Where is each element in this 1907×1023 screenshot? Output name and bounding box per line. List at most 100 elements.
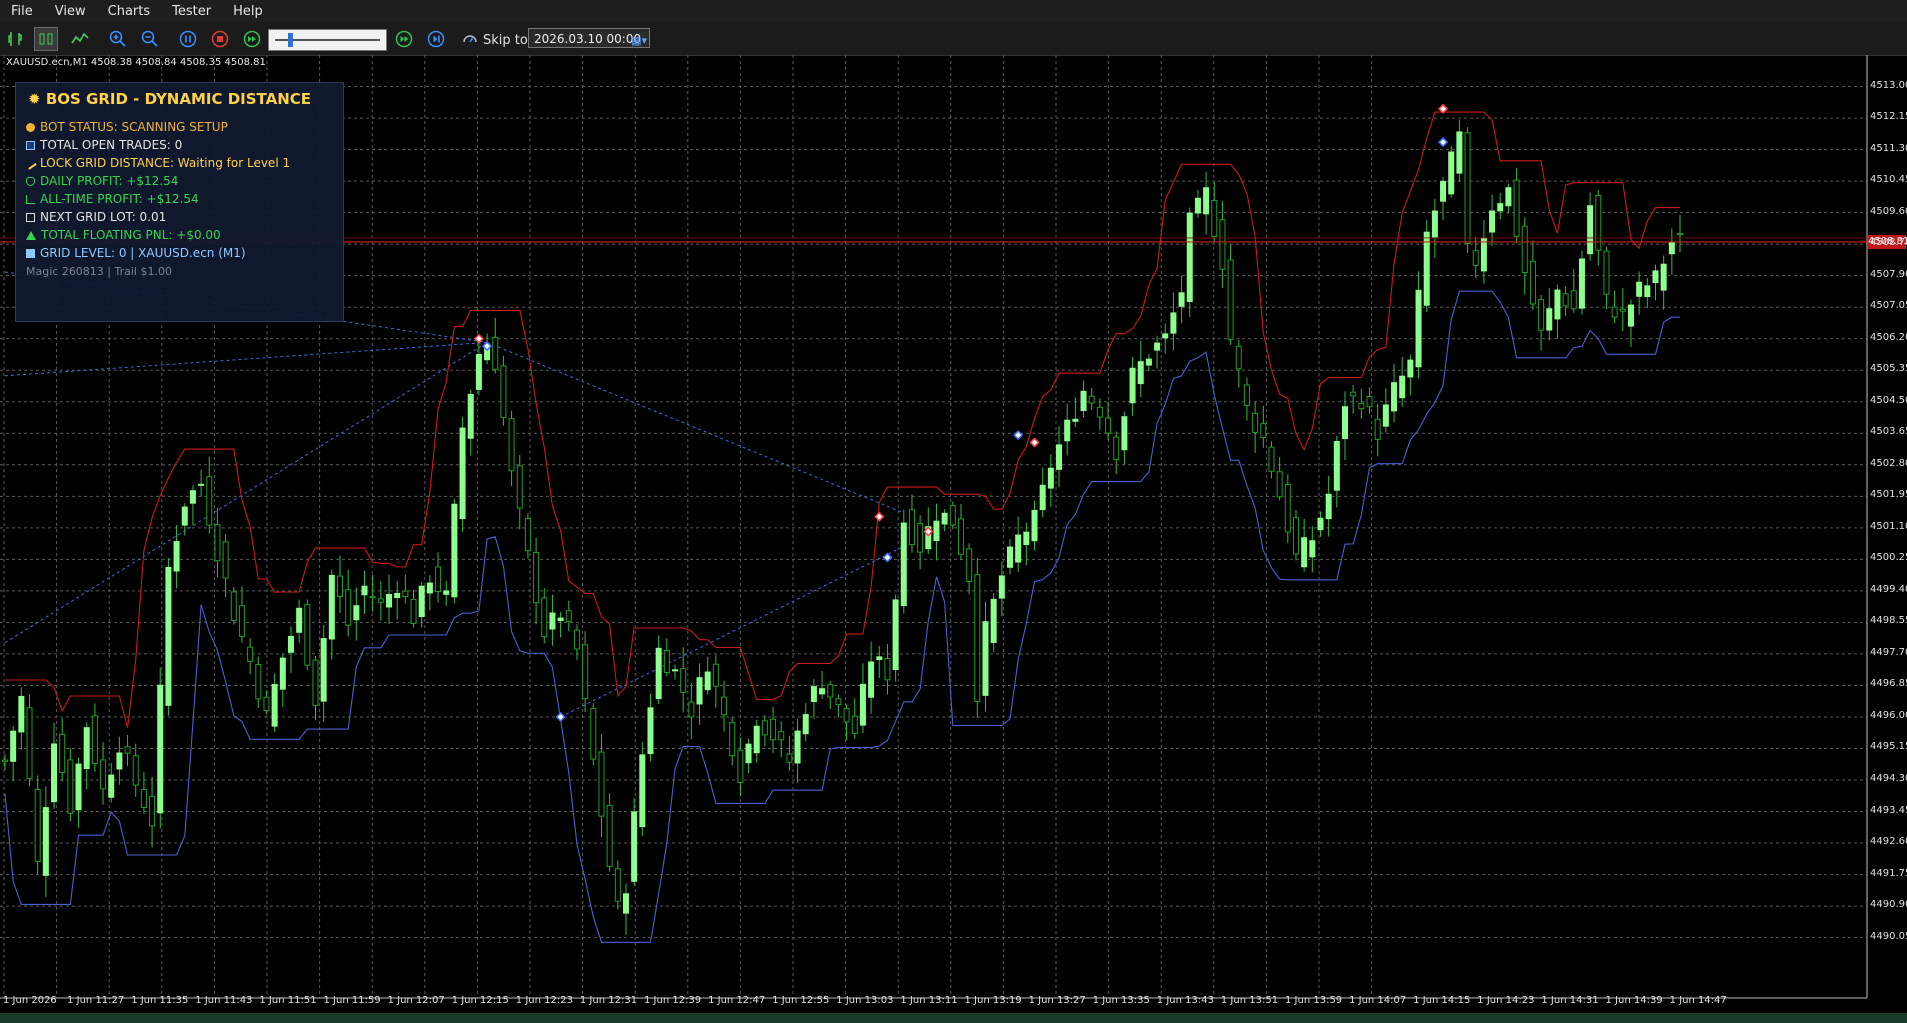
- candle-body: [1088, 395, 1095, 404]
- calendar-icon[interactable]: ▦▾: [631, 31, 647, 51]
- pause-icon[interactable]: [176, 27, 200, 51]
- panel-footer: Magic 260813 | Trail $1.00: [26, 265, 172, 278]
- candle-body: [1677, 233, 1683, 236]
- candle-body: [900, 522, 907, 607]
- ruler-icon: [24, 156, 37, 170]
- candle-body: [1047, 467, 1054, 489]
- symbol-header: XAUUSD.ecn,M1 4508.38 4508.84 4508.35 45…: [6, 57, 266, 68]
- candle-body: [917, 522, 924, 553]
- candle-body: [1211, 199, 1218, 237]
- time-tick-label: 1 Jun 12:23: [515, 995, 573, 1006]
- grid-level-text: GRID LEVEL: 0 | XAUUSD.ecn (M1): [40, 246, 246, 260]
- menu-file[interactable]: File: [0, 4, 44, 19]
- skip-end-icon[interactable]: [424, 27, 448, 51]
- candle-body: [1513, 179, 1520, 237]
- candle-body: [165, 566, 172, 706]
- candle-body: [639, 754, 646, 828]
- candle-body: [663, 649, 670, 673]
- time-tick-label: 1 Jun 14:23: [1477, 995, 1535, 1006]
- candle-body: [91, 715, 98, 765]
- stop-icon[interactable]: [208, 27, 232, 51]
- candle-body: [1096, 406, 1103, 418]
- zoom-out-icon[interactable]: [138, 27, 162, 51]
- time-tick-label: 1 Jun 12:31: [579, 995, 638, 1006]
- price-tick-label: 4492.60: [1870, 836, 1907, 848]
- candle-body: [475, 354, 482, 390]
- candle-body: [827, 684, 834, 698]
- bars-icon[interactable]: [34, 27, 58, 51]
- floating-pnl-row: TOTAL FLOATING PNL: +$0.00: [26, 228, 221, 242]
- candle-body: [1350, 391, 1357, 397]
- signal-marker: [1029, 437, 1040, 448]
- candle-body: [198, 483, 205, 486]
- candle-body: [1203, 187, 1210, 215]
- signal-marker: [882, 552, 893, 563]
- candle-body: [287, 635, 294, 653]
- time-tick-label: 1 Jun 12:47: [708, 995, 766, 1006]
- candle-body: [1219, 219, 1226, 270]
- candle-body: [1007, 546, 1013, 568]
- candle-body: [1325, 493, 1332, 520]
- candle-body: [1562, 293, 1569, 307]
- time-tick-label: 1 Jun 14:15: [1413, 995, 1471, 1006]
- candle-body: [1472, 250, 1479, 267]
- zoom-in-icon[interactable]: [106, 27, 130, 51]
- slider-thumb[interactable]: [287, 33, 293, 47]
- candle-body: [1252, 412, 1259, 433]
- candle-body: [802, 714, 809, 735]
- floating-pnl-text: TOTAL FLOATING PNL: +$0.00: [41, 228, 221, 242]
- sun-icon: ✹: [28, 90, 41, 108]
- chart-icon: [26, 194, 35, 204]
- menu-tester[interactable]: Tester: [161, 4, 222, 19]
- candle-body: [67, 759, 74, 814]
- candle-body: [1358, 402, 1365, 410]
- candle-body: [304, 604, 311, 666]
- candle-body: [1113, 436, 1120, 461]
- candle-body: [647, 707, 654, 755]
- price-tick-label: 4507.05: [1870, 300, 1907, 312]
- candle-body: [386, 594, 393, 608]
- candle-body: [1260, 423, 1267, 439]
- play-speed-icon[interactable]: [392, 27, 416, 51]
- candle-body: [1652, 270, 1659, 284]
- grid-icon: [26, 248, 35, 258]
- candle-body: [565, 610, 572, 622]
- time-tick-label: 1 Jun 2026: [3, 995, 57, 1006]
- money-icon: [26, 176, 35, 186]
- time-tick-label: 1 Jun 11:59: [323, 995, 381, 1006]
- menu-help[interactable]: Help: [222, 4, 274, 19]
- candle-body: [1080, 390, 1087, 411]
- candle-body: [100, 759, 107, 790]
- candle-body: [941, 512, 948, 525]
- candle-body: [26, 707, 33, 779]
- candle-body: [320, 638, 327, 702]
- speed-slider[interactable]: [268, 29, 387, 51]
- price-tick-label: 4500.25: [1870, 552, 1907, 564]
- candle-body: [353, 605, 360, 621]
- candle-body: [810, 686, 817, 703]
- candles-icon[interactable]: [4, 27, 28, 51]
- candle-body: [590, 707, 597, 760]
- time-tick-label: 1 Jun 12:55: [772, 995, 830, 1006]
- grid-level-row: GRID LEVEL: 0 | XAUUSD.ecn (M1): [26, 246, 246, 260]
- candle-body: [680, 668, 687, 694]
- fast-forward-icon[interactable]: [240, 27, 264, 51]
- candle-body: [124, 746, 131, 754]
- candle-body: [1145, 358, 1152, 366]
- candle-body: [966, 548, 973, 583]
- alltime-profit-row: ALL-TIME PROFIT: +$12.54: [26, 192, 199, 206]
- candle-body: [1423, 231, 1430, 306]
- candle-body: [1578, 258, 1585, 309]
- candle-body: [622, 893, 629, 914]
- skip-to-control[interactable]: Skip to: [462, 31, 528, 49]
- candle-body: [508, 418, 515, 472]
- candle-body: [1309, 540, 1316, 558]
- candle-body: [34, 788, 41, 862]
- candle-body: [1660, 263, 1667, 291]
- bot-status-text: BOT STATUS: SCANNING SETUP: [40, 120, 228, 134]
- candle-body: [1464, 132, 1471, 244]
- menu-view[interactable]: View: [44, 4, 97, 19]
- line-chart-icon[interactable]: [68, 27, 92, 51]
- menu-charts[interactable]: Charts: [97, 4, 162, 19]
- skip-date-field[interactable]: 2026.03.10 00:00 ▦▾: [528, 28, 650, 48]
